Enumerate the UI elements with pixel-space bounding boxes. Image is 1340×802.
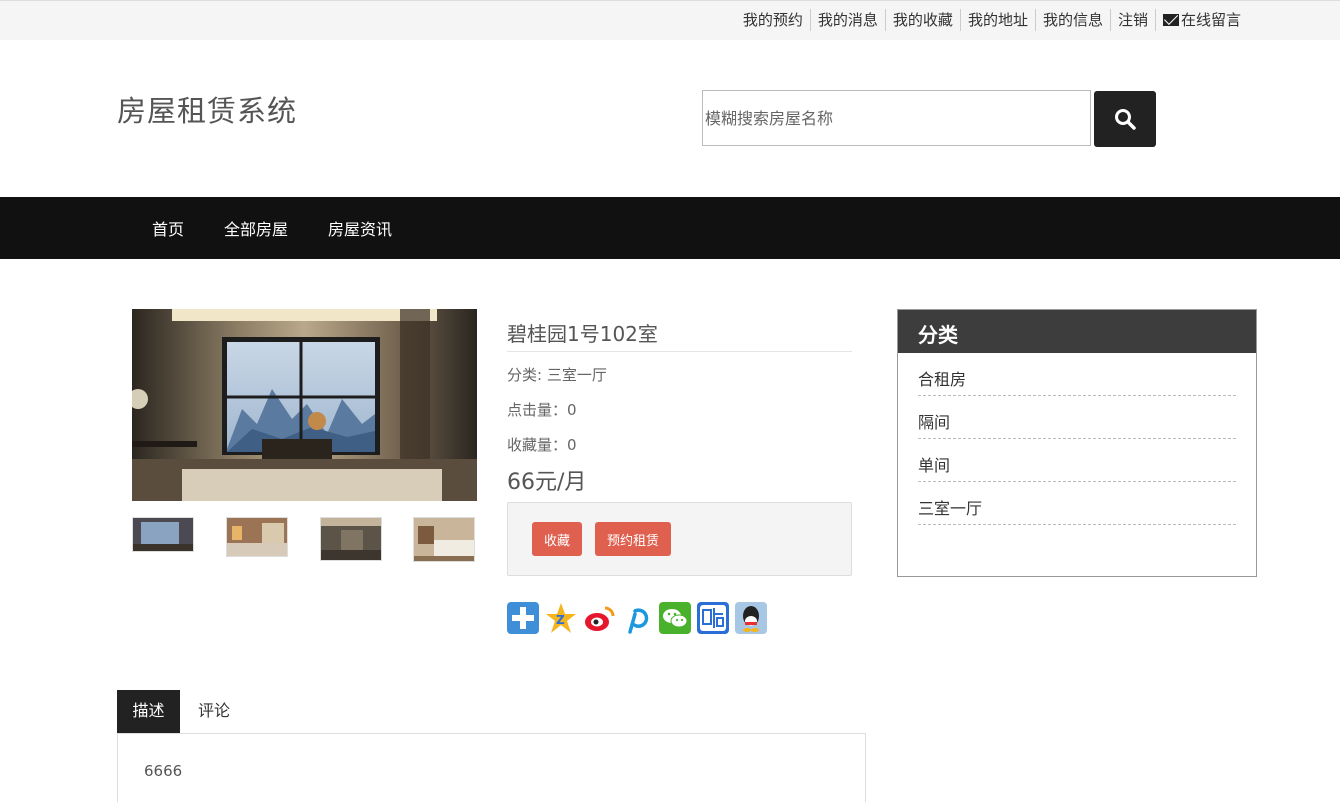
my-info-link[interactable]: 我的信息 bbox=[1034, 9, 1110, 31]
qq-icon[interactable] bbox=[735, 602, 767, 634]
search-button[interactable] bbox=[1094, 91, 1156, 147]
action-panel: 收藏 预约租赁 bbox=[507, 502, 852, 576]
pinterest-icon[interactable] bbox=[621, 602, 653, 634]
thumbnail-2[interactable] bbox=[226, 517, 288, 557]
tab-description[interactable]: 描述 bbox=[117, 690, 180, 734]
nav-all-houses[interactable]: 全部房屋 bbox=[224, 216, 288, 240]
category-item-partition[interactable]: 隔间 bbox=[918, 396, 1236, 439]
category-item-single[interactable]: 单间 bbox=[918, 439, 1236, 482]
sidebar-title: 分类 bbox=[898, 310, 1256, 353]
thumbnail-1[interactable] bbox=[132, 517, 194, 552]
svg-text:Z: Z bbox=[556, 613, 565, 627]
qzone-icon[interactable]: Z bbox=[545, 602, 577, 634]
category-item-three-bedroom[interactable]: 三室一厅 bbox=[918, 482, 1236, 525]
tab-panel-description: 6666 bbox=[117, 733, 866, 802]
search-input[interactable] bbox=[702, 90, 1091, 146]
click-count: 点击量：0 bbox=[507, 401, 577, 419]
house-category: 分类: 三室一厅 bbox=[507, 366, 607, 384]
tab-comments[interactable]: 评论 bbox=[184, 690, 244, 734]
plus-share-icon[interactable] bbox=[507, 602, 539, 634]
nav-house-news[interactable]: 房屋资讯 bbox=[328, 216, 392, 240]
house-title: 碧桂园1号102室 bbox=[507, 322, 658, 346]
favorite-button[interactable]: 收藏 bbox=[532, 522, 583, 556]
user-menu: 我的预约 我的消息 我的收藏 我的地址 我的信息 注销 在线留言 bbox=[736, 9, 1248, 31]
main-house-image bbox=[132, 309, 477, 501]
reserve-button[interactable]: 预约租赁 bbox=[595, 522, 672, 556]
envelope-icon bbox=[1162, 14, 1179, 26]
nav-home[interactable]: 首页 bbox=[152, 216, 184, 240]
category-sidebar: 分类 合租房 隔间 单间 三室一厅 bbox=[897, 309, 1257, 577]
favorite-count: 收藏量：0 bbox=[507, 436, 577, 454]
weibo-icon[interactable] bbox=[583, 602, 615, 634]
my-reservations-link[interactable]: 我的预约 bbox=[736, 9, 810, 31]
title-divider bbox=[507, 351, 852, 352]
thumbnail-4[interactable] bbox=[413, 517, 475, 562]
online-message-link[interactable]: 在线留言 bbox=[1154, 9, 1248, 31]
tieba-icon[interactable] bbox=[697, 602, 729, 634]
logout-link[interactable]: 注销 bbox=[1109, 9, 1155, 31]
online-message-label: 在线留言 bbox=[1180, 11, 1241, 29]
main-nav: 首页 全部房屋 房屋资讯 bbox=[0, 197, 1340, 259]
my-address-link[interactable]: 我的地址 bbox=[959, 9, 1035, 31]
search-icon bbox=[1115, 109, 1136, 130]
thumbnail-3[interactable] bbox=[320, 517, 382, 561]
house-price: 66元/月 bbox=[507, 470, 587, 495]
description-text: 6666 bbox=[144, 762, 183, 780]
site-logo[interactable]: 房屋租赁系统 bbox=[117, 88, 297, 130]
my-favorites-link[interactable]: 我的收藏 bbox=[884, 9, 960, 31]
category-list: 合租房 隔间 单间 三室一厅 bbox=[898, 353, 1256, 525]
top-bar: 我的预约 我的消息 我的收藏 我的地址 我的信息 注销 在线留言 bbox=[0, 0, 1340, 40]
wechat-icon[interactable] bbox=[659, 602, 691, 634]
category-item-shared[interactable]: 合租房 bbox=[918, 353, 1236, 396]
my-messages-link[interactable]: 我的消息 bbox=[809, 9, 885, 31]
